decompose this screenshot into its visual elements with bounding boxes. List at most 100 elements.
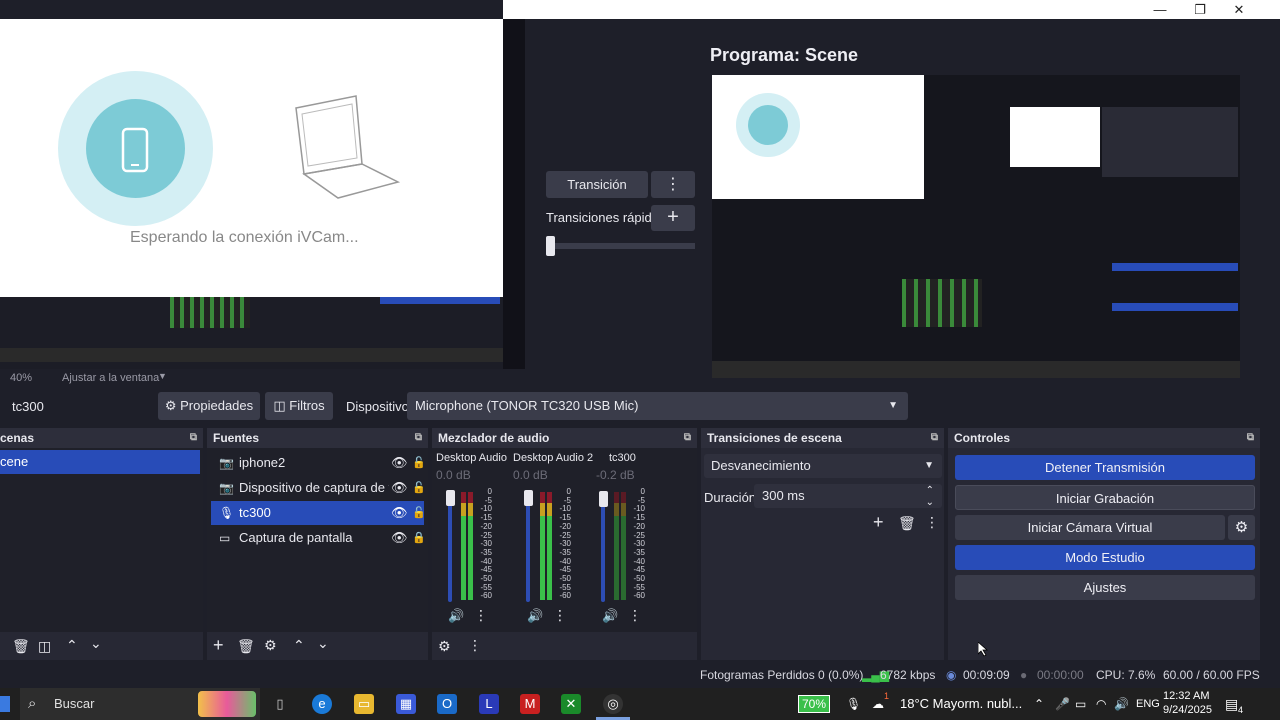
transition-menu-icon[interactable]: ⋮ (651, 171, 695, 198)
obs-icon[interactable]: ◎ (603, 694, 623, 714)
transitions-title: Transiciones de escena (707, 431, 842, 445)
dots-vertical-icon[interactable]: ⋮ (925, 514, 939, 531)
source-item-iphone2[interactable]: 📷 iphone2 👁 🔓 (211, 451, 426, 475)
weather-icon[interactable]: ☁ (872, 688, 884, 720)
start-virtual-camera-button[interactable]: Iniciar Cámara Virtual (955, 515, 1225, 540)
advanced-audio-gear-icon[interactable]: ⚙ (438, 638, 451, 655)
xbox-icon[interactable]: ✕ (561, 694, 581, 714)
device-select[interactable]: Microphone (TONOR TC320 USB Mic) ▼ (407, 392, 908, 420)
volume-slider-handle[interactable] (599, 491, 608, 507)
microphone-tray-icon[interactable]: 🎤 (1055, 688, 1070, 720)
source-label: tc300 (239, 505, 271, 520)
source-item-tc300[interactable]: 🎙 tc300 👁 🔓 (211, 501, 426, 525)
dots-vertical-icon[interactable]: ⋮ (468, 637, 482, 654)
start-icon[interactable] (0, 696, 10, 712)
dots-vertical-icon[interactable]: ⋮ (553, 607, 567, 624)
chevron-down-icon: ▼ (924, 460, 934, 471)
studio-mode-button[interactable]: Modo Estudio (955, 545, 1255, 570)
eye-icon[interactable]: 👁 (391, 501, 408, 525)
virtual-camera-settings-gear-icon[interactable]: ⚙ (1228, 515, 1255, 540)
fit-window-option[interactable]: Ajustar a la ventana (62, 372, 159, 384)
unlock-icon[interactable]: 🔓 (412, 501, 426, 525)
volume-slider[interactable] (526, 494, 530, 602)
trash-icon[interactable]: 🗑 (898, 515, 916, 532)
volume-meter (540, 492, 545, 600)
chevron-down-icon[interactable]: ⌄ (926, 491, 934, 515)
outlook-icon[interactable]: O (437, 694, 457, 714)
camera-icon: 📷 (219, 456, 234, 470)
properties-button[interactable]: ⚙ Propiedades (158, 392, 260, 420)
search-placeholder: Buscar (54, 696, 95, 711)
source-item-capture-device[interactable]: 📷 Dispositivo de captura de vid 👁 🔓 (211, 476, 426, 500)
volume-slider[interactable] (601, 494, 605, 602)
transition-select[interactable]: Desvanecimiento ▼ (704, 454, 942, 478)
tbar-handle[interactable] (546, 236, 555, 256)
gear-icon[interactable]: ⚙ (264, 637, 277, 654)
notification-icon[interactable]: ▤ (1225, 688, 1238, 720)
minimize-button[interactable]: — (1141, 0, 1179, 19)
eye-icon[interactable]: 👁 (391, 526, 408, 550)
scene-item[interactable]: cene (0, 450, 200, 474)
settings-button[interactable]: Ajustes (955, 575, 1255, 600)
speaker-icon[interactable]: 🔊 (527, 608, 543, 624)
volume-slider-handle[interactable] (446, 490, 455, 506)
maximize-dock-icon[interactable]: ⧉ (1247, 428, 1254, 448)
app-l-icon[interactable]: L (479, 694, 499, 714)
chevron-down-icon[interactable]: ⌄ (317, 635, 329, 652)
add-quick-transition-button[interactable]: + (651, 205, 695, 231)
speaker-icon[interactable]: 🔊 (602, 608, 618, 624)
dots-vertical-icon[interactable]: ⋮ (628, 607, 642, 624)
chevron-up-icon[interactable]: ⌃ (66, 637, 78, 654)
taskbar-search[interactable]: ⌕ Buscar (20, 688, 260, 720)
language-indicator[interactable]: ENG (1136, 688, 1160, 720)
speaker-icon[interactable]: 🔊 (448, 608, 464, 624)
filter-icon[interactable]: ◫ (38, 638, 51, 655)
filters-button[interactable]: ◫ Filtros (265, 392, 333, 420)
add-icon[interactable]: + (213, 635, 224, 656)
eye-icon[interactable]: 👁 (391, 476, 408, 500)
dots-vertical-icon[interactable]: ⋮ (474, 607, 488, 624)
properties-label: Propiedades (180, 398, 254, 413)
stop-stream-button[interactable]: Detener Transmisión (955, 455, 1255, 480)
nested-taskbar-graphic (0, 348, 503, 362)
lock-icon[interactable]: 🔒 (412, 526, 426, 550)
eye-icon[interactable]: 👁 (391, 451, 408, 475)
source-item-screen-capture[interactable]: ▭ Captura de pantalla 👁 🔒 (211, 526, 426, 550)
wifi-icon[interactable]: ◠ (1096, 688, 1106, 720)
battery-tray-icon[interactable]: ▭ (1075, 688, 1086, 720)
transition-button[interactable]: Transición (546, 171, 648, 198)
duration-spinbox[interactable]: 300 ms ⌃ ⌄ (754, 484, 942, 508)
battery-indicator[interactable]: 70% (798, 688, 831, 720)
maximize-dock-icon[interactable]: ⧉ (415, 428, 422, 448)
maximize-dock-icon[interactable]: ⧉ (190, 428, 197, 448)
file-explorer-icon[interactable]: ▭ (354, 694, 374, 714)
microphone-icon[interactable]: 🎙 (846, 688, 861, 720)
volume-icon[interactable]: 🔊 (1114, 688, 1129, 720)
chevron-down-icon[interactable]: ▼ (158, 371, 167, 381)
maximize-dock-icon[interactable]: ⧉ (684, 428, 691, 448)
restore-button[interactable]: ❐ (1181, 0, 1219, 19)
clock[interactable]: 12:32 AM 9/24/2025 (1163, 689, 1212, 720)
chevron-up-icon[interactable]: ⌃ (293, 637, 305, 654)
edge-icon[interactable]: e (312, 694, 332, 714)
maximize-dock-icon[interactable]: ⧉ (931, 428, 938, 448)
add-icon[interactable]: + (873, 512, 884, 533)
weather-text[interactable]: 18°C Mayorm. nubl... (900, 688, 1022, 720)
trash-icon[interactable]: 🗑 (237, 638, 255, 655)
mcafee-icon[interactable]: M (520, 694, 540, 714)
unlock-icon[interactable]: 🔓 (412, 476, 426, 500)
preview-nested-screen (0, 296, 503, 369)
meter-scale: 0 -5 -10 -15 -20 -25 -30 -35 -40 -45 -50 -55 -60 (480, 487, 492, 601)
volume-slider[interactable] (448, 494, 452, 602)
program-nested-button-2 (1112, 303, 1238, 311)
task-view-icon[interactable]: ▯ (270, 694, 290, 714)
close-button[interactable]: ✕ (1220, 0, 1258, 19)
scenes-list: cene (0, 448, 203, 660)
chevron-up-icon[interactable]: ⌃ (1034, 688, 1044, 720)
trash-icon[interactable]: 🗑 (12, 638, 30, 655)
volume-slider-handle[interactable] (524, 490, 533, 506)
unlock-icon[interactable]: 🔓 (412, 451, 426, 475)
chevron-down-icon[interactable]: ⌄ (90, 635, 102, 652)
start-recording-button[interactable]: Iniciar Grabación (955, 485, 1255, 510)
store-icon[interactable]: ▦ (396, 694, 416, 714)
